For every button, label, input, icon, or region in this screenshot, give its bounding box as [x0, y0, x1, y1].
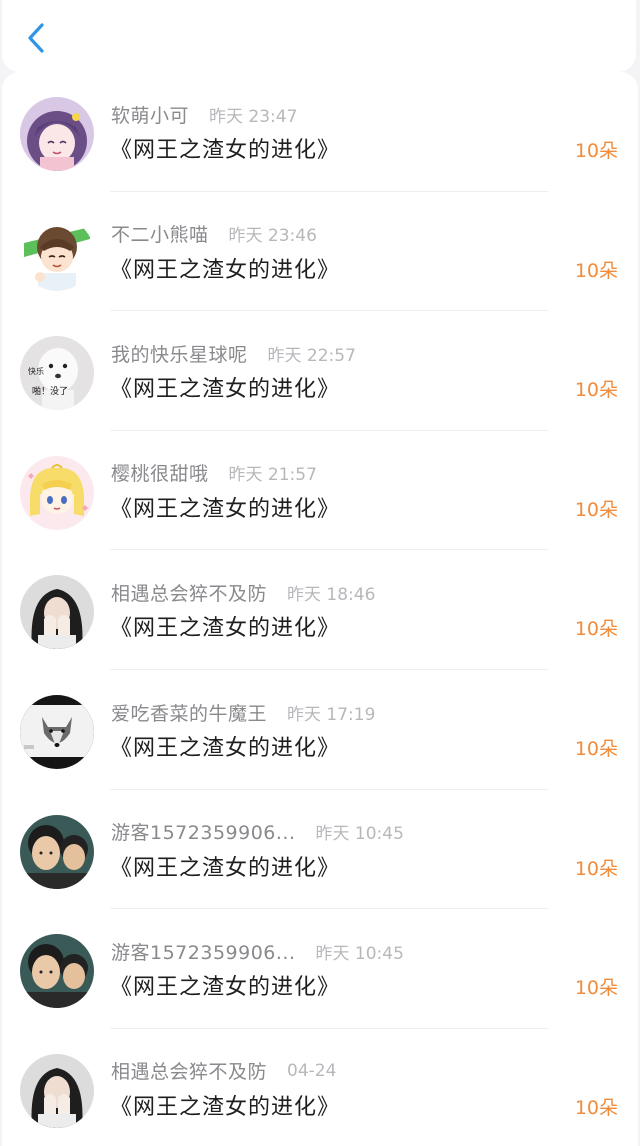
- anime-boy-avatar[interactable]: [20, 216, 94, 291]
- flower-count: 10朵: [574, 498, 618, 521]
- timestamp: 04-24: [287, 1060, 337, 1081]
- username: 相遇总会猝不及防: [111, 582, 268, 605]
- gift-title: 《网王之渣女的进化》: [110, 377, 341, 403]
- gift-records-page: 软萌小可 昨天 23:47 《网王之渣女的进化》 10朵 不二小熊喵 昨天 23…: [0, 0, 640, 1146]
- top-bar: [2, 0, 636, 72]
- timestamp: 昨天 17:19: [287, 704, 376, 725]
- timestamp: 昨天 21:57: [228, 465, 317, 486]
- two-boys-photo-avatar[interactable]: [20, 814, 94, 889]
- wolf-drawing-avatar[interactable]: [20, 695, 94, 769]
- timestamp: 昨天 18:46: [287, 584, 376, 605]
- timestamp: 昨天 10:45: [315, 824, 404, 845]
- gift-record-row[interactable]: 不二小熊喵 昨天 23:46 《网王之渣女的进化》 10朵: [2, 192, 638, 312]
- gift-record-list: 软萌小可 昨天 23:47 《网王之渣女的进化》 10朵 不二小熊喵 昨天 23…: [2, 72, 638, 1146]
- chevron-left-icon: [28, 23, 44, 53]
- username: 不二小熊喵: [111, 224, 209, 247]
- gift-title: 《网王之渣女的进化》: [110, 616, 341, 642]
- flower-count: 10朵: [574, 857, 618, 880]
- girl-photo-avatar[interactable]: [20, 1053, 94, 1128]
- back-button[interactable]: [16, 16, 56, 60]
- gift-record-row[interactable]: 樱桃很甜哦 昨天 21:57 《网王之渣女的进化》 10朵: [2, 431, 638, 551]
- flower-count: 10朵: [574, 379, 618, 402]
- flower-count: 10朵: [574, 738, 618, 760]
- flower-count: 10朵: [574, 259, 618, 282]
- username: 爱吃香菜的牛魔王: [111, 702, 268, 725]
- gift-record-row[interactable]: 快乐 啪！没了 我的快乐星球呢 昨天 22:57 《网王之渣女的进化》 10朵: [2, 311, 638, 431]
- avatar-caption: 啪！没了: [32, 385, 68, 397]
- gift-record-row[interactable]: 游客1572359906... 昨天 10:45 《网王之渣女的进化》 10朵: [2, 790, 638, 910]
- two-boys-photo-avatar[interactable]: [20, 934, 94, 1009]
- gift-record-row[interactable]: 游客1572359906... 昨天 10:45 《网王之渣女的进化》 10朵: [2, 909, 638, 1029]
- gift-title: 《网王之渣女的进化》: [110, 138, 341, 163]
- gift-title: 《网王之渣女的进化》: [110, 855, 341, 881]
- gift-record-row[interactable]: 爱吃香菜的牛魔王 昨天 17:19 《网王之渣女的进化》 10朵: [2, 670, 638, 790]
- timestamp: 昨天 23:46: [228, 226, 317, 247]
- gift-title: 《网王之渣女的进化》: [110, 736, 341, 761]
- avatar-caption: 快乐: [28, 366, 44, 376]
- username: 游客1572359906...: [111, 941, 296, 964]
- girl-photo-avatar[interactable]: [20, 575, 94, 650]
- gift-record-row[interactable]: 软萌小可 昨天 23:47 《网王之渣女的进化》 10朵: [2, 72, 638, 192]
- flower-count: 10朵: [574, 977, 618, 1000]
- username: 我的快乐星球呢: [111, 343, 248, 366]
- flower-count: 10朵: [574, 618, 618, 641]
- flower-count: 10朵: [574, 140, 618, 162]
- username: 软萌小可: [111, 104, 190, 127]
- gift-title: 《网王之渣女的进化》: [110, 496, 341, 522]
- timestamp: 昨天 23:47: [209, 106, 298, 127]
- sailor-moon-avatar[interactable]: [20, 455, 94, 530]
- username: 相遇总会猝不及防: [111, 1061, 268, 1084]
- gift-record-row[interactable]: 相遇总会猝不及防 04-24 《网王之渣女的进化》 10朵: [2, 1029, 638, 1146]
- gift-title: 《网王之渣女的进化》: [110, 975, 341, 1001]
- timestamp: 昨天 10:45: [315, 943, 404, 964]
- username: 樱桃很甜哦: [111, 463, 209, 486]
- dog-meme-avatar[interactable]: 快乐 啪！没了: [20, 336, 94, 411]
- gift-record-row[interactable]: 相遇总会猝不及防 昨天 18:46 《网王之渣女的进化》 10朵: [2, 550, 638, 670]
- anime-girl-avatar[interactable]: [20, 97, 94, 171]
- flower-count: 10朵: [574, 1096, 618, 1119]
- username: 游客1572359906...: [111, 822, 296, 845]
- gift-title: 《网王之渣女的进化》: [110, 1094, 341, 1120]
- gift-title: 《网王之渣女的进化》: [110, 257, 341, 283]
- timestamp: 昨天 22:57: [267, 345, 356, 366]
